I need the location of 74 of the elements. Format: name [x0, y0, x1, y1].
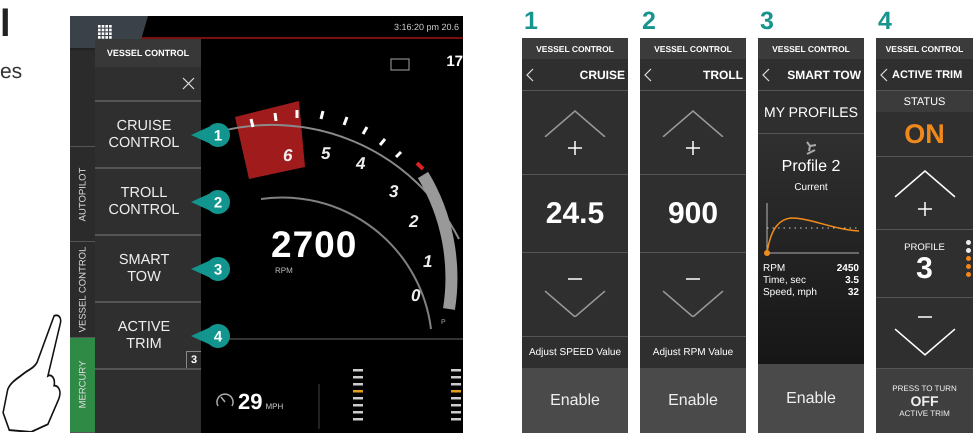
- tick-mark: [362, 126, 368, 135]
- profile-label: PROFILE: [904, 242, 945, 253]
- back-icon[interactable]: [880, 68, 888, 82]
- rpm-value: 2700: [271, 224, 358, 266]
- tick-mark: [274, 112, 278, 122]
- panel-header: VESSEL CONTROL: [876, 38, 973, 59]
- rpm-unit: RPM: [275, 266, 293, 275]
- tick-mark: [320, 110, 324, 120]
- panel-header: VESSEL CONTROL: [522, 38, 628, 59]
- grid-icon: [98, 25, 112, 39]
- menu-item[interactable]: ACTIVE TRIM: [118, 318, 170, 352]
- speedometer-icon: [215, 391, 235, 409]
- step-number: 2: [641, 6, 657, 37]
- step-number: 3: [759, 6, 775, 37]
- enable-button[interactable]: Enable: [640, 368, 746, 433]
- hint-text: Adjust RPM Value: [652, 346, 734, 360]
- scale-number: 5: [321, 144, 330, 163]
- panel-header: VESSEL CONTROL: [640, 38, 746, 59]
- panel-title: SMART TOW: [787, 68, 861, 82]
- scale-number: 0: [411, 286, 420, 305]
- stat-value: 2450: [836, 263, 859, 275]
- body-text: es: [0, 60, 24, 84]
- battery-icon: [390, 58, 410, 71]
- panel-header: VESSEL CONTROL: [758, 38, 864, 59]
- back-icon[interactable]: [644, 68, 652, 82]
- scale-number: 2: [409, 212, 418, 231]
- count-badge: 3: [186, 351, 201, 368]
- status-value: ON: [876, 112, 973, 157]
- stat-label: RPM: [763, 263, 786, 275]
- tick-mark: [250, 118, 254, 128]
- turn-off-button[interactable]: PRESS TO TURN OFF ACTIVE TRIM: [876, 369, 973, 433]
- stat-label: Speed, mph: [763, 287, 817, 299]
- back-icon[interactable]: [762, 68, 770, 82]
- stat-value: 32: [848, 287, 859, 299]
- panel-title: TROLL: [703, 68, 743, 82]
- scale-number: 3: [389, 182, 398, 201]
- step-number: 4: [877, 6, 893, 37]
- enable-button[interactable]: Enable: [522, 368, 628, 433]
- menu-title: VESSEL CONTROL: [95, 39, 201, 67]
- status-label: STATUS: [876, 91, 973, 112]
- stat-label: Time, sec: [763, 275, 806, 287]
- heading-text: l: [0, 4, 12, 44]
- status-text: 3:16:20 pm 20.6: [394, 22, 460, 32]
- panel-title: ACTIVE TRIM: [892, 68, 962, 80]
- menu-item[interactable]: TROLL CONTROL: [108, 184, 180, 218]
- close-icon[interactable]: [182, 77, 195, 90]
- hint-text: Adjust SPEED Value: [528, 346, 622, 360]
- side-tab[interactable]: AUTOPILOT: [70, 147, 95, 242]
- profile-value: 3: [916, 253, 933, 285]
- step-number: 1: [523, 6, 539, 37]
- scale-number: 1: [423, 252, 432, 271]
- menu-item[interactable]: SMART TOW: [118, 252, 170, 286]
- value-text: 17: [446, 53, 463, 70]
- speed-unit: MPH: [265, 402, 284, 411]
- value-display: 900: [640, 175, 746, 253]
- plus-icon[interactable]: [686, 141, 700, 156]
- back-icon[interactable]: [526, 68, 534, 82]
- enable-button[interactable]: Enable: [758, 364, 864, 433]
- profile-status: Current: [794, 182, 828, 193]
- side-tab[interactable]: VESSEL CONTROL: [70, 242, 95, 338]
- tick-mark: [342, 116, 348, 126]
- redline-tick: [416, 162, 424, 170]
- panel-title: CRUISE: [580, 68, 625, 82]
- value-display: 24.5: [522, 175, 628, 253]
- tick-mark: [296, 110, 298, 118]
- stat-value: 3.5: [845, 275, 859, 287]
- plus-icon[interactable]: [568, 141, 582, 156]
- profile-name: Profile 2: [782, 158, 840, 176]
- speed-value: 29: [238, 389, 262, 415]
- menu-item[interactable]: CRUISE CONTROL: [108, 118, 180, 152]
- wakeboarder-icon: [804, 140, 818, 156]
- scale-number: 6: [283, 146, 292, 165]
- plus-icon[interactable]: [918, 202, 932, 216]
- scale-number: 4: [356, 154, 366, 173]
